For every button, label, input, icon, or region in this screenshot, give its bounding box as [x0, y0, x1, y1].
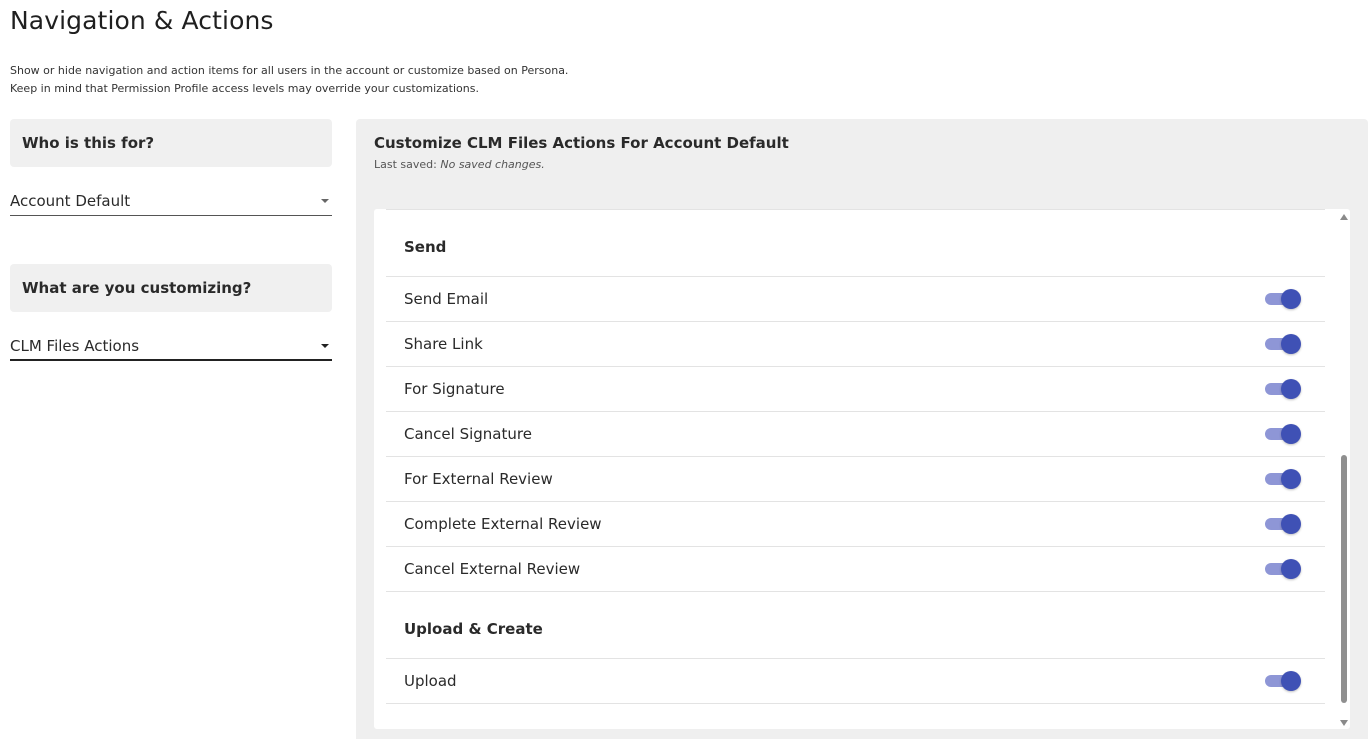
list-item: Cancel External Review: [386, 547, 1325, 592]
complete-external-review-toggle[interactable]: [1265, 514, 1301, 534]
description-line-2: Keep in mind that Permission Profile acc…: [10, 82, 479, 95]
last-saved-value: No saved changes.: [440, 158, 545, 171]
customization-type-select[interactable]: CLM Files Actions: [10, 337, 332, 361]
share-link-toggle[interactable]: [1265, 334, 1301, 354]
description-line-1: Show or hide navigation and action items…: [10, 64, 569, 77]
last-saved-label: Last saved:: [374, 158, 437, 171]
cancel-signature-toggle[interactable]: [1265, 424, 1301, 444]
persona-select-value: Account Default: [10, 192, 131, 210]
for-external-review-toggle[interactable]: [1265, 469, 1301, 489]
caret-down-icon: [321, 199, 329, 203]
section-header-send: Send: [386, 210, 1325, 277]
list-item: Upload: [386, 659, 1325, 704]
action-label: For External Review: [404, 470, 553, 488]
upload-toggle[interactable]: [1265, 671, 1301, 691]
list-item: For Signature: [386, 367, 1325, 412]
action-label: Share Link: [404, 335, 483, 353]
list-item: Share Link: [386, 322, 1325, 367]
last-saved-status: Last saved: No saved changes.: [374, 158, 545, 171]
section-header-upload-create: Upload & Create: [386, 592, 1325, 659]
what-are-you-customizing-header: What are you customizing?: [10, 264, 332, 312]
send-email-toggle[interactable]: [1265, 289, 1301, 309]
caret-down-icon: [321, 344, 329, 348]
list-scrollbar[interactable]: [1338, 209, 1350, 729]
page-title: Navigation & Actions: [10, 6, 274, 35]
list-item: Send Email: [386, 277, 1325, 322]
actions-list: Send Send Email Share Link For Signature…: [374, 209, 1350, 729]
action-label: Complete External Review: [404, 515, 602, 533]
cancel-external-review-toggle[interactable]: [1265, 559, 1301, 579]
customization-type-select-value: CLM Files Actions: [10, 337, 140, 355]
scrollbar-thumb[interactable]: [1341, 455, 1347, 703]
list-item: Complete External Review: [386, 502, 1325, 547]
scroll-up-arrow-icon[interactable]: [1340, 214, 1348, 220]
who-is-this-for-header: Who is this for?: [10, 119, 332, 167]
panel-title: Customize CLM Files Actions For Account …: [374, 134, 789, 152]
list-item: For External Review: [386, 457, 1325, 502]
customize-panel: Customize CLM Files Actions For Account …: [356, 119, 1368, 739]
action-label: Send Email: [404, 290, 489, 308]
persona-select[interactable]: Account Default: [10, 192, 332, 216]
scroll-down-arrow-icon[interactable]: [1340, 720, 1348, 726]
for-signature-toggle[interactable]: [1265, 379, 1301, 399]
action-label: Upload: [404, 672, 457, 690]
list-item: Cancel Signature: [386, 412, 1325, 457]
page-description: Show or hide navigation and action items…: [10, 62, 568, 98]
action-label: For Signature: [404, 380, 505, 398]
action-label: Cancel Signature: [404, 425, 532, 443]
action-label: Cancel External Review: [404, 560, 581, 578]
